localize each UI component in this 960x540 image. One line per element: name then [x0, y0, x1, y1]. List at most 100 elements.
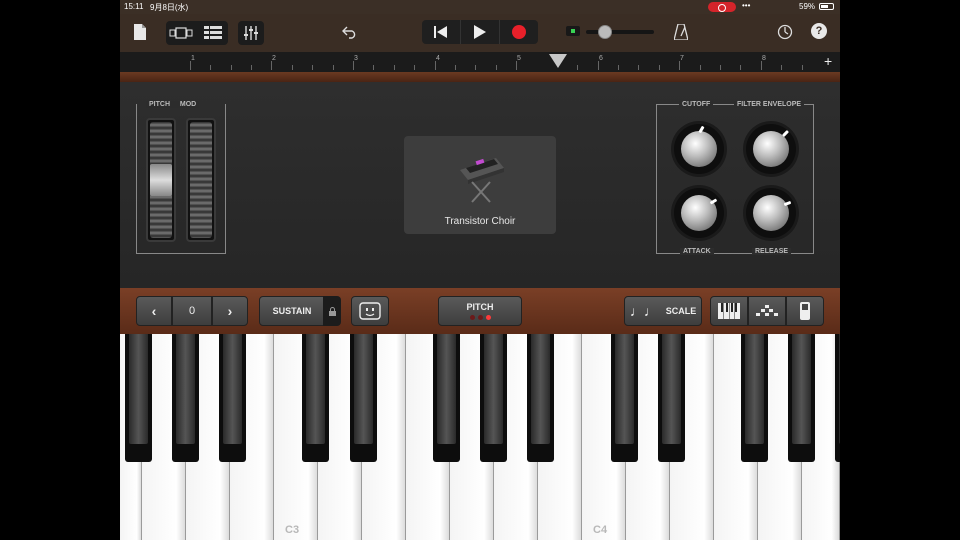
ruler-tick: [700, 65, 701, 70]
wheel-labels: PITCH MOD: [146, 101, 200, 108]
black-key[interactable]: [480, 334, 507, 462]
black-key[interactable]: [219, 334, 246, 462]
knobs-frame: [656, 104, 814, 254]
cutoff-knob-indicator: [698, 125, 705, 134]
pitch-wheel[interactable]: [146, 118, 176, 242]
attack-label: ATTACK: [680, 248, 714, 255]
filter-envelope-knob[interactable]: [746, 124, 796, 174]
key-label-c4: C4: [593, 524, 608, 536]
filter-envelope-knob-indicator: [781, 129, 790, 138]
help-icon[interactable]: ?: [811, 23, 827, 39]
playhead[interactable]: [549, 54, 567, 68]
black-key[interactable]: [658, 334, 685, 462]
scale-button[interactable]: ♩♩ SCALE: [624, 296, 702, 326]
mod-wheel-label: MOD: [179, 101, 197, 108]
ruler-tick: [455, 65, 456, 70]
ruler-tick: [781, 65, 782, 70]
master-volume-slider[interactable]: [586, 30, 654, 34]
black-key[interactable]: [433, 334, 460, 462]
ruler-tick: [292, 65, 293, 70]
status-date: 9月8日(水): [150, 3, 189, 12]
master-volume-handle[interactable]: [598, 25, 612, 39]
wood-trim: [120, 72, 840, 82]
ruler-tick: [251, 65, 252, 70]
ruler-bar-label: 1: [191, 55, 195, 62]
black-key[interactable]: [611, 334, 638, 462]
black-key[interactable]: [172, 334, 199, 462]
pitch-wheel-grip: [150, 164, 172, 196]
ruler-tick: [475, 65, 476, 70]
keyboard-size-button[interactable]: [786, 296, 824, 326]
attack-knob[interactable]: [674, 188, 724, 238]
ruler-tick: [598, 61, 599, 70]
ruler-tick: [638, 65, 639, 70]
mod-wheel[interactable]: [186, 118, 216, 242]
synth-keyboard-icon: [460, 158, 504, 203]
smart-controls-button[interactable]: [351, 296, 389, 326]
ruler-bar-label: 8: [762, 55, 766, 62]
mixer-icon[interactable]: [238, 21, 264, 45]
arpeggiator-icon: [756, 305, 778, 316]
ruler-tick: [210, 65, 211, 70]
black-key[interactable]: [125, 334, 152, 462]
ruler-tick: [414, 65, 415, 70]
cutoff-knob[interactable]: [674, 124, 724, 174]
sustain-button[interactable]: SUSTAIN: [259, 296, 325, 326]
instrument-name: Transistor Choir: [444, 216, 516, 227]
black-key[interactable]: [741, 334, 768, 462]
garageband-keyboard-screen: 15:11 9月8日(水) ••• 59% ? 1 2 3 4 5 6 7 8 …: [120, 0, 840, 540]
tracks-view-icon[interactable]: [198, 21, 228, 45]
pitch-mode-button[interactable]: PITCH: [438, 296, 522, 326]
instrument-selector[interactable]: Transistor Choir: [404, 136, 556, 234]
keyboard-layout-button[interactable]: [710, 296, 748, 326]
ruler-tick: [435, 61, 436, 70]
black-key[interactable]: [302, 334, 329, 462]
octave-down-button[interactable]: ‹: [136, 296, 172, 326]
ruler-tick: [761, 61, 762, 70]
sustain-lock-icon[interactable]: [323, 296, 341, 326]
pitch-wheel-label: PITCH: [149, 101, 170, 108]
black-key[interactable]: [835, 334, 840, 462]
ruler-bar-label: 2: [272, 55, 276, 62]
cutoff-label: CUTOFF: [679, 101, 714, 108]
play-button[interactable]: [461, 20, 500, 44]
undo-icon[interactable]: [340, 22, 360, 42]
ruler-tick: [312, 65, 313, 70]
black-key[interactable]: [788, 334, 815, 462]
ruler-bar-label: 4: [436, 55, 440, 62]
ruler-tick: [618, 65, 619, 70]
release-knob[interactable]: [746, 188, 796, 238]
octave-up-button[interactable]: ›: [212, 296, 248, 326]
ruler-tick: [740, 65, 741, 70]
mod-wheel-ridges: [190, 122, 212, 238]
go-to-beginning-button[interactable]: [422, 20, 461, 44]
release-label: RELEASE: [752, 248, 792, 255]
scale-notes-icon: ♩♩: [629, 303, 658, 319]
record-button[interactable]: [500, 20, 538, 44]
smart-face-icon: [359, 302, 381, 320]
settings-icon[interactable]: [776, 23, 794, 41]
arpeggiator-button[interactable]: [748, 296, 786, 326]
ruler-tick: [353, 61, 354, 70]
level-meter: [566, 26, 580, 36]
ruler-bar-label: 7: [680, 55, 684, 62]
ruler-tick: [577, 65, 578, 70]
signal-icon: •••: [742, 1, 751, 10]
status-bar: 15:11 9月8日(水) ••• 59%: [120, 0, 840, 14]
octave-value: 0: [172, 296, 212, 326]
timeline-ruler[interactable]: 1 2 3 4 5 6 7 8: [120, 52, 840, 72]
attack-knob-indicator: [709, 198, 718, 205]
metronome-icon[interactable]: [672, 22, 690, 42]
add-section-button[interactable]: +: [824, 53, 832, 69]
black-key[interactable]: [527, 334, 554, 462]
ruler-tick: [679, 61, 680, 70]
filter-envelope-label: FILTER ENVELOPE: [734, 101, 805, 108]
browser-icon[interactable]: [166, 21, 196, 45]
black-key[interactable]: [350, 334, 377, 462]
my-songs-icon[interactable]: [132, 22, 148, 42]
ruler-tick: [231, 65, 232, 70]
transport-controls: [422, 20, 538, 44]
scale-label: SCALE: [665, 306, 697, 316]
ruler-tick: [190, 61, 191, 70]
synth-panel: PITCH MOD Transistor Choir CUTOFF FILTER…: [120, 82, 840, 288]
